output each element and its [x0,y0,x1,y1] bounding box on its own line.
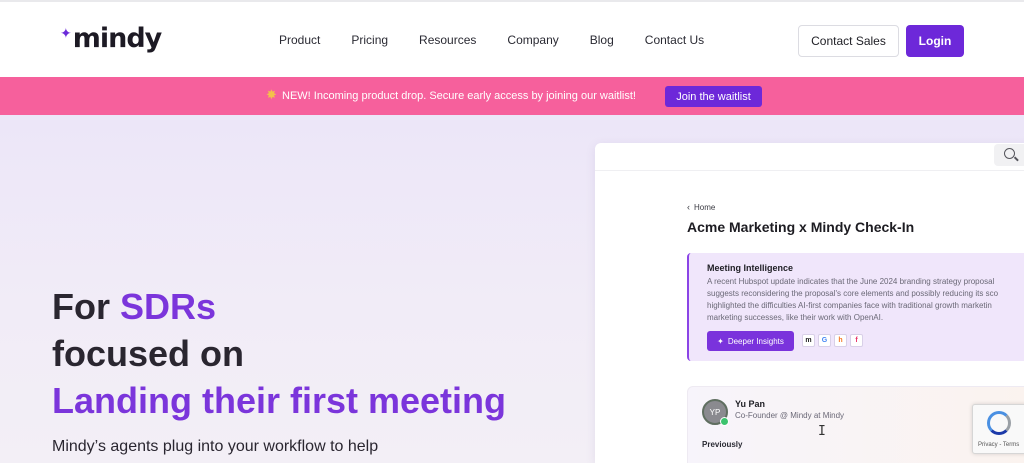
preview-search-box[interactable] [994,144,1024,166]
nav-link-blog[interactable]: Blog [590,33,614,47]
nav-link-contact-us[interactable]: Contact Us [645,33,704,47]
hero-heading-line-1: For SDRs [52,286,216,328]
contact-sales-button[interactable]: Contact Sales [798,25,899,57]
chevron-left-icon: ‹ [687,202,690,212]
deeper-insights-label: Deeper Insights [727,336,784,346]
top-nav: ✦ mindy Product Pricing Resources Compan… [0,0,1024,77]
text-cursor-icon: I [818,424,826,439]
breadcrumb[interactable]: ‹ Home [687,202,715,212]
meeting-intelligence-text-line: highlighted the difficulties AI-first co… [707,301,992,310]
recaptcha-badge[interactable]: Privacy - Terms [972,404,1024,454]
party-icon: ✸ [266,87,277,102]
hero-heading-line-3: Landing their first meeting [52,380,507,421]
recaptcha-privacy-terms[interactable]: Privacy - Terms [978,442,1019,448]
online-status-icon [720,417,729,426]
hubspot-icon: h [834,334,847,347]
sparkle-icon: ✦ [717,336,724,346]
contact-role: Co-Founder @ Mindy at Mindy [735,411,845,420]
logo-text: mindy [72,23,163,54]
meeting-intelligence-title: Meeting Intelligence [707,263,794,273]
meeting-intelligence-text-line: suggests reconsidering the proposal's co… [707,289,999,298]
banner-text: NEW! Incoming product drop. Secure early… [282,90,636,102]
mindy-logo[interactable]: ✦ mindy [60,23,163,54]
mindy-integration-icon: m [802,334,815,347]
meeting-intelligence-text-line: A recent Hubspot update indicates that t… [707,277,995,286]
nav-link-pricing[interactable]: Pricing [351,33,388,47]
hero-subtitle: Mindy’s agents plug into your workflow t… [52,438,379,455]
meeting-intelligence-text-line: marketing successes, like their work wit… [707,313,884,322]
login-button[interactable]: Login [906,25,964,57]
deeper-insights-button[interactable]: ✦ Deeper Insights [707,331,794,351]
nav-link-resources[interactable]: Resources [419,33,476,47]
previously-label: Previously [702,440,743,449]
sparkle-icon: ✦ [60,25,72,41]
google-icon: G [818,334,831,347]
hero-heading-line-2: focused on [52,333,245,374]
meeting-intelligence-card: Meeting Intelligence A recent Hubspot up… [687,253,1024,361]
join-waitlist-button[interactable]: Join the waitlist [665,86,762,107]
search-icon [1004,148,1015,159]
contact-name: Yu Pan [735,399,766,409]
app-preview: ‹ Home Acme Marketing x Mindy Check-In Me… [595,143,1024,463]
breadcrumb-home: Home [694,203,716,212]
hero-heading-prefix: For [52,286,120,327]
preview-topbar [595,143,1024,171]
nav-link-company[interactable]: Company [507,33,558,47]
integration-logos: m G h f [802,334,866,347]
figma-icon: f [850,334,863,347]
announcement-banner: ✸ NEW! Incoming product drop. Secure ear… [0,77,1024,115]
recaptcha-icon [987,411,1011,435]
meeting-title: Acme Marketing x Mindy Check-In [687,219,915,235]
hero-heading-accent: SDRs [120,286,217,327]
nav-links: Product Pricing Resources Company Blog C… [279,33,735,47]
hero-section: For SDRs focused on Landing their first … [0,115,1024,463]
nav-link-product[interactable]: Product [279,33,320,47]
